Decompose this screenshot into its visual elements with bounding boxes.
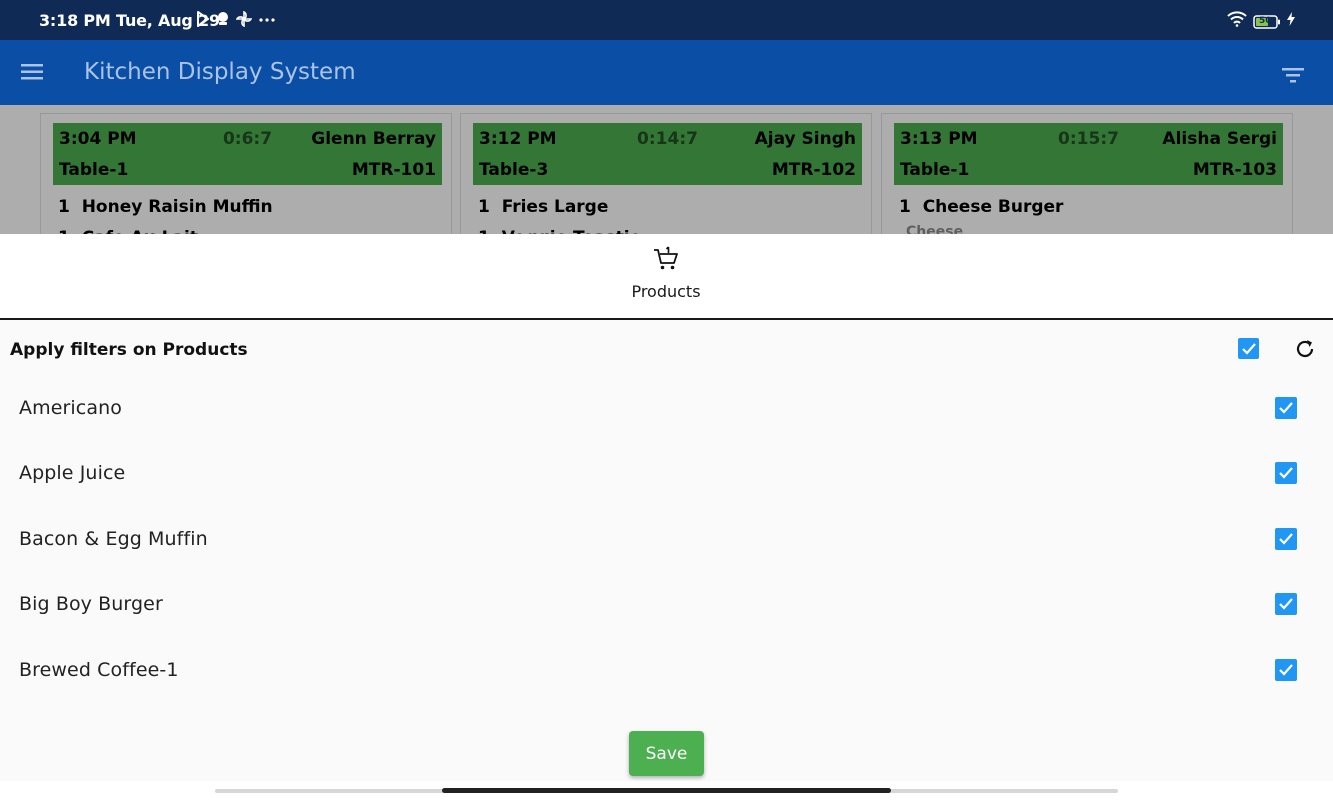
menu-icon[interactable] xyxy=(20,61,46,83)
status-bar: 3:18 PM Tue, Aug 29 50 xyxy=(0,0,1333,40)
battery-icon: 50 xyxy=(1253,14,1281,29)
battery-level: 50 xyxy=(1259,15,1272,26)
filter-sheet: Products Apply filters on Products Ameri… xyxy=(0,234,1333,800)
assistant-icon xyxy=(216,11,230,27)
app-bar: Kitchen Display System xyxy=(0,40,1333,105)
product-name: Big Boy Burger xyxy=(19,593,163,615)
cart-icon xyxy=(616,246,716,272)
navigation-bar xyxy=(0,781,1333,800)
product-row[interactable]: Apple Juice xyxy=(0,449,1333,499)
product-checkbox[interactable] xyxy=(1275,462,1297,484)
tab-bar: Products xyxy=(0,234,1333,320)
select-all-checkbox[interactable] xyxy=(1238,338,1259,359)
product-name: Apple Juice xyxy=(19,462,126,484)
product-checkbox[interactable] xyxy=(1275,397,1297,419)
product-name: Americano xyxy=(19,397,122,419)
product-row[interactable]: Americano xyxy=(0,384,1333,434)
modal-scrim[interactable] xyxy=(0,105,1333,235)
refresh-icon[interactable] xyxy=(1294,338,1316,360)
play-store-icon xyxy=(196,11,210,27)
app-title: Kitchen Display System xyxy=(84,59,356,85)
more-notifications-icon xyxy=(258,11,276,27)
product-checkbox[interactable] xyxy=(1275,593,1297,615)
product-name: Bacon & Egg Muffin xyxy=(19,528,208,550)
product-row[interactable]: Big Boy Burger xyxy=(0,580,1333,630)
product-row[interactable]: Brewed Coffee-1 xyxy=(0,646,1333,696)
product-row[interactable]: Bacon & Egg Muffin xyxy=(0,515,1333,565)
gesture-handle[interactable] xyxy=(442,788,891,793)
save-button[interactable]: Save xyxy=(629,731,704,776)
tab-products-label: Products xyxy=(631,282,701,301)
product-name: Brewed Coffee-1 xyxy=(19,659,179,681)
filter-header: Apply filters on Products xyxy=(10,340,248,360)
filter-icon[interactable] xyxy=(1281,65,1305,85)
pinwheel-icon xyxy=(236,11,252,27)
status-time: 3:18 PM Tue, Aug 29 xyxy=(39,11,220,30)
screen: 3:18 PM Tue, Aug 29 50 Kitchen Display S… xyxy=(0,0,1333,800)
product-checkbox[interactable] xyxy=(1275,528,1297,550)
product-checkbox[interactable] xyxy=(1275,659,1297,681)
system-icons: 50 xyxy=(1227,11,1295,32)
notification-icons xyxy=(196,11,276,27)
wifi-icon xyxy=(1227,11,1247,32)
charging-icon xyxy=(1287,12,1295,31)
tab-products[interactable]: Products xyxy=(616,246,716,312)
